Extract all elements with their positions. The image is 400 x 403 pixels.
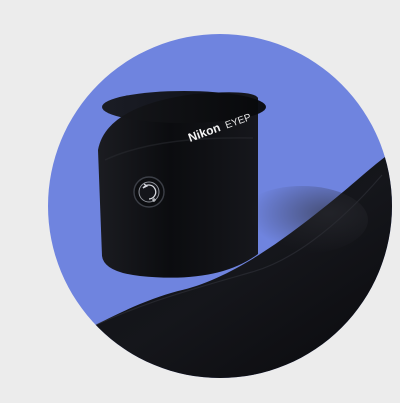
adjustment-dial-icon [133, 176, 165, 208]
product-photo-svg: Nikon EYEP [48, 34, 392, 378]
circular-product-photo: Nikon EYEP [48, 34, 392, 378]
scope-reflection [236, 186, 368, 254]
image-stage: Nikon EYEP [0, 0, 400, 403]
